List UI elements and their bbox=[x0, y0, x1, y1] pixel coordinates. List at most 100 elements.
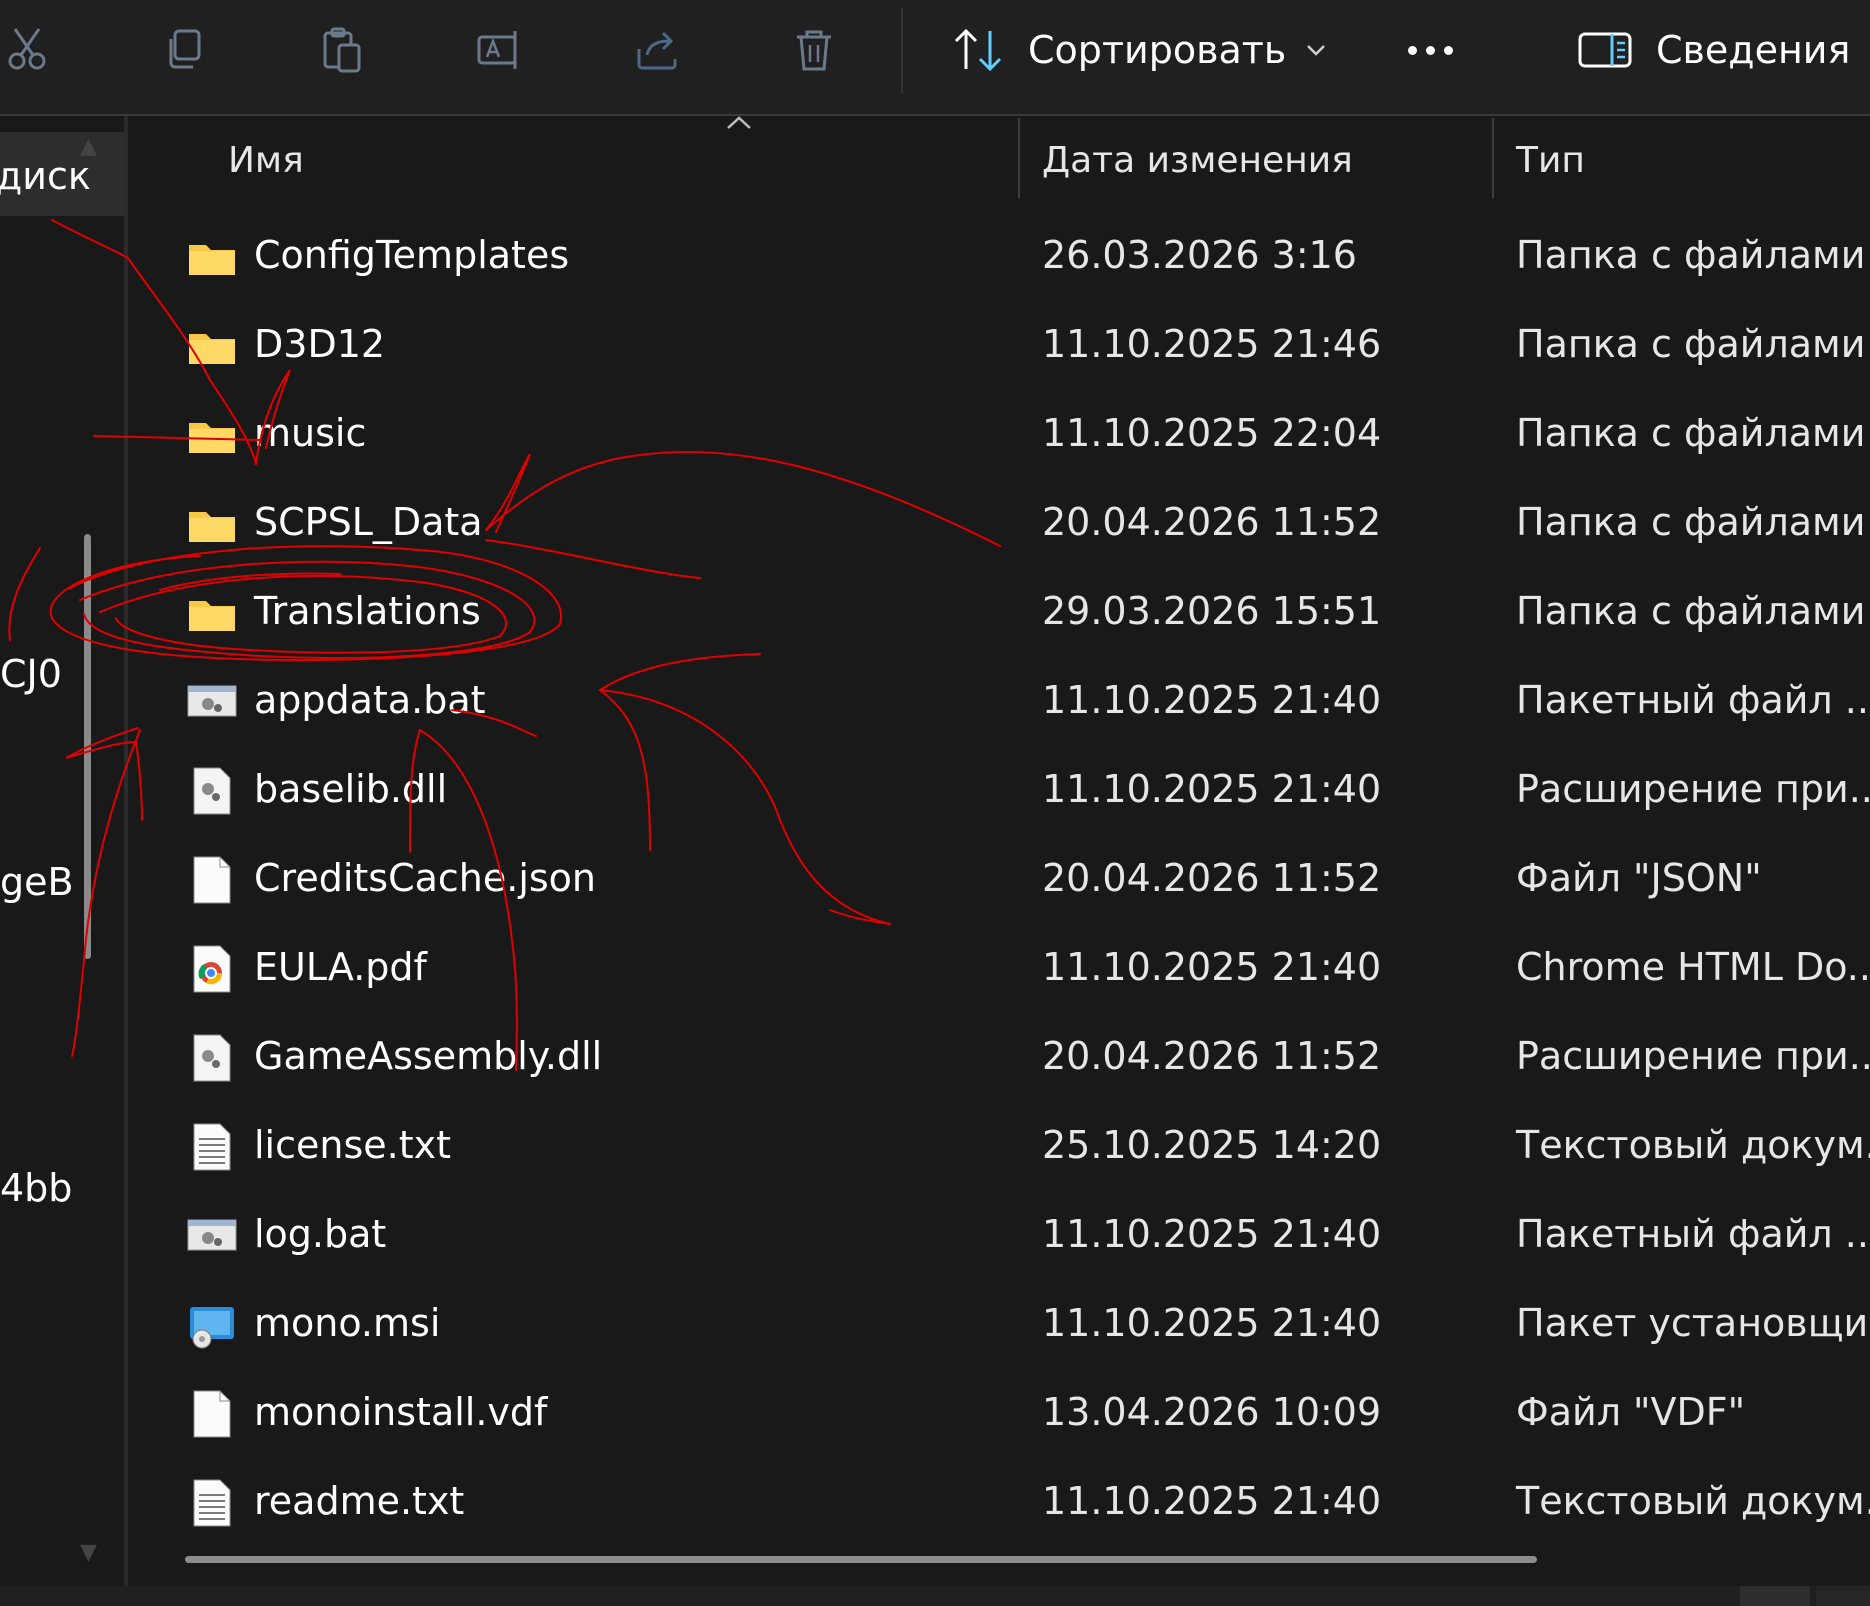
sort-label: Сортировать bbox=[1028, 28, 1287, 72]
cut-button[interactable] bbox=[0, 18, 60, 82]
delete-icon bbox=[797, 30, 831, 71]
rename-icon bbox=[477, 31, 517, 69]
chevron-down-icon bbox=[1307, 45, 1326, 56]
blank-file-icon bbox=[186, 854, 238, 906]
nav-item-cj0[interactable]: CJ0 bbox=[0, 652, 124, 712]
file-row[interactable]: appdata.bat 11.10.2025 21:40 Пакетный фа… bbox=[128, 658, 1870, 747]
file-row[interactable]: SCPSL_Data 20.04.2026 11:52 Папка с файл… bbox=[128, 480, 1870, 569]
blank-file-icon bbox=[186, 1388, 238, 1440]
file-name: license.txt bbox=[254, 1123, 452, 1167]
dll-file-icon bbox=[186, 1032, 238, 1084]
file-date-modified: 29.03.2026 15:51 bbox=[1042, 589, 1382, 633]
file-name: monoinstall.vdf bbox=[254, 1390, 548, 1434]
file-row[interactable]: D3D12 11.10.2025 21:46 Папка с файлами bbox=[128, 302, 1870, 391]
file-row[interactable]: license.txt 25.10.2025 14:20 Текстовый д… bbox=[128, 1103, 1870, 1192]
details-view-button[interactable] bbox=[1740, 1586, 1810, 1606]
column-divider[interactable] bbox=[1018, 118, 1020, 198]
file-name: SCPSL_Data bbox=[254, 500, 483, 544]
copy-button[interactable] bbox=[152, 18, 216, 82]
file-name: readme.txt bbox=[254, 1479, 465, 1523]
file-type: Chrome HTML Do... bbox=[1516, 945, 1870, 989]
details-pane-button[interactable]: Сведения bbox=[1578, 18, 1850, 82]
file-type: Папка с файлами bbox=[1516, 411, 1866, 455]
file-date-modified: 20.04.2026 11:52 bbox=[1042, 856, 1382, 900]
file-name: log.bat bbox=[254, 1212, 387, 1256]
column-name-header[interactable]: Имя bbox=[228, 140, 304, 181]
share-button[interactable] bbox=[626, 18, 690, 82]
file-name: appdata.bat bbox=[254, 678, 486, 722]
file-date-modified: 11.10.2025 21:46 bbox=[1042, 322, 1382, 366]
dll-file-icon bbox=[186, 765, 238, 817]
cut-icon bbox=[8, 28, 46, 70]
column-date-header[interactable]: Дата изменения bbox=[1042, 140, 1353, 181]
file-date-modified: 11.10.2025 21:40 bbox=[1042, 678, 1382, 722]
paste-button[interactable] bbox=[310, 18, 374, 82]
file-date-modified: 13.04.2026 10:09 bbox=[1042, 1390, 1382, 1434]
folder-icon bbox=[186, 498, 238, 550]
file-date-modified: 11.10.2025 21:40 bbox=[1042, 1301, 1382, 1345]
file-type: Папка с файлами bbox=[1516, 589, 1866, 633]
share-icon bbox=[637, 31, 677, 70]
file-date-modified: 11.10.2025 21:40 bbox=[1042, 1479, 1382, 1523]
folder-icon bbox=[186, 231, 238, 283]
file-type: Папка с файлами bbox=[1516, 322, 1866, 366]
file-row[interactable]: Translations 29.03.2026 15:51 Папка с фа… bbox=[128, 569, 1870, 658]
batch-file-icon bbox=[186, 676, 238, 728]
folder-icon bbox=[186, 320, 238, 372]
more-dots-icon bbox=[1407, 45, 1417, 55]
file-row[interactable]: GameAssembly.dll 20.04.2026 11:52 Расшир… bbox=[128, 1014, 1870, 1103]
file-row[interactable]: EULA.pdf 11.10.2025 21:40 Chrome HTML Do… bbox=[128, 925, 1870, 1014]
file-date-modified: 11.10.2025 21:40 bbox=[1042, 945, 1382, 989]
nav-item-4bb[interactable]: 4bb bbox=[0, 1166, 124, 1226]
file-date-modified: 11.10.2025 21:40 bbox=[1042, 1212, 1382, 1256]
file-date-modified: 20.04.2026 11:52 bbox=[1042, 1034, 1382, 1078]
horizontal-scrollbar[interactable] bbox=[185, 1556, 1537, 1563]
installer-icon bbox=[186, 1299, 238, 1351]
file-row[interactable]: ConfigTemplates 26.03.2026 3:16 Папка с … bbox=[128, 213, 1870, 302]
tiles-view-button[interactable] bbox=[1816, 1586, 1870, 1606]
file-name: mono.msi bbox=[254, 1301, 441, 1345]
copy-icon bbox=[169, 29, 201, 69]
nav-scrollbar[interactable] bbox=[84, 534, 91, 959]
file-row[interactable]: music 11.10.2025 22:04 Папка с файлами bbox=[128, 391, 1870, 480]
file-name: ConfigTemplates bbox=[254, 233, 570, 277]
file-name: CreditsCache.json bbox=[254, 856, 597, 900]
file-type: Файл "JSON" bbox=[1516, 856, 1762, 900]
file-row[interactable]: CreditsCache.json 20.04.2026 11:52 Файл … bbox=[128, 836, 1870, 925]
details-label: Сведения bbox=[1656, 28, 1851, 72]
file-type: Файл "VDF" bbox=[1516, 1390, 1746, 1434]
rename-button[interactable] bbox=[468, 18, 532, 82]
column-type-header[interactable]: Тип bbox=[1516, 140, 1585, 181]
file-type: Папка с файлами bbox=[1516, 500, 1866, 544]
nav-item-disk[interactable]: диск bbox=[0, 132, 124, 216]
delete-button[interactable] bbox=[782, 18, 846, 82]
column-divider[interactable] bbox=[1492, 118, 1494, 198]
file-type: Пакет установщи... bbox=[1516, 1301, 1870, 1345]
nav-item-geb[interactable]: geB bbox=[0, 860, 124, 920]
file-row[interactable]: baselib.dll 11.10.2025 21:40 Расширение … bbox=[128, 747, 1870, 836]
column-header: Имя Дата изменения Тип bbox=[128, 116, 1870, 202]
file-row[interactable]: mono.msi 11.10.2025 21:40 Пакет установщ… bbox=[128, 1281, 1870, 1370]
sort-icon bbox=[954, 28, 1002, 72]
file-row[interactable]: monoinstall.vdf 13.04.2026 10:09 Файл "V… bbox=[128, 1370, 1870, 1459]
file-date-modified: 11.10.2025 21:40 bbox=[1042, 767, 1382, 811]
file-type: Пакетный файл ... bbox=[1516, 1212, 1870, 1256]
sort-button[interactable]: Сортировать bbox=[950, 18, 1328, 82]
file-type: Папка с файлами bbox=[1516, 233, 1866, 277]
file-name: baselib.dll bbox=[254, 767, 448, 811]
file-name: Translations bbox=[254, 589, 481, 633]
file-date-modified: 25.10.2025 14:20 bbox=[1042, 1123, 1382, 1167]
folder-icon bbox=[186, 409, 238, 461]
file-type: Расширение при... bbox=[1516, 767, 1870, 811]
status-bar bbox=[0, 1586, 1870, 1606]
file-name: EULA.pdf bbox=[254, 945, 427, 989]
more-options-button[interactable] bbox=[1390, 18, 1470, 82]
file-name: music bbox=[254, 411, 367, 455]
navigation-pane: диск CJ0 geB 4bb ▲ ▼ bbox=[0, 116, 124, 1586]
scroll-down-arrow-icon[interactable]: ▼ bbox=[80, 1540, 97, 1565]
file-row[interactable]: log.bat 11.10.2025 21:40 Пакетный файл .… bbox=[128, 1192, 1870, 1281]
scroll-up-arrow-icon[interactable]: ▲ bbox=[80, 134, 97, 159]
file-row[interactable]: readme.txt 11.10.2025 21:40 Текстовый до… bbox=[128, 1459, 1870, 1548]
batch-file-icon bbox=[186, 1210, 238, 1262]
command-bar: Сортировать Сведения bbox=[0, 0, 1870, 116]
